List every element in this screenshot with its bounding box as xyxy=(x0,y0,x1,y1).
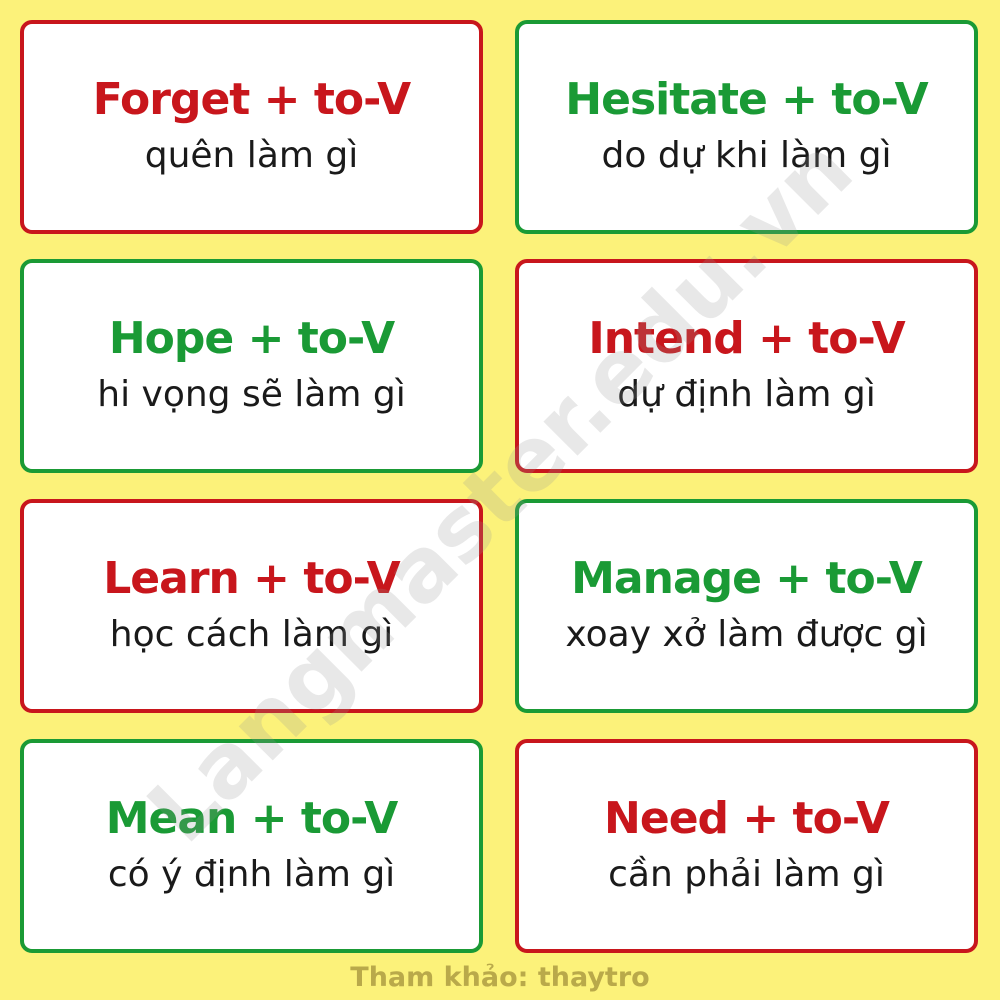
card-term: Intend + to-V xyxy=(588,313,905,364)
card-meaning: hi vọng sẽ làm gì xyxy=(97,374,406,415)
card-meaning: học cách làm gì xyxy=(109,614,394,655)
card-meaning: cần phải làm gì xyxy=(608,854,885,895)
card-learn: Learn + to-V học cách làm gì xyxy=(20,499,483,713)
card-term: Hesitate + to-V xyxy=(565,74,928,125)
footer-credit: Tham khảo: thaytro xyxy=(350,962,650,993)
card-meaning: có ý định làm gì xyxy=(107,854,396,895)
card-hope: Hope + to-V hi vọng sẽ làm gì xyxy=(20,259,483,473)
card-hesitate: Hesitate + to-V do dự khi làm gì xyxy=(515,20,978,234)
card-term: Learn + to-V xyxy=(103,553,400,604)
card-forget: Forget + to-V quên làm gì xyxy=(20,20,483,234)
card-intend: Intend + to-V dự định làm gì xyxy=(515,259,978,473)
card-meaning: quên làm gì xyxy=(144,135,359,176)
card-meaning: do dự khi làm gì xyxy=(601,135,892,176)
card-term: Manage + to-V xyxy=(571,553,923,604)
card-meaning: dự định làm gì xyxy=(617,374,876,415)
card-term: Need + to-V xyxy=(604,793,890,844)
card-manage: Manage + to-V xoay xở làm được gì xyxy=(515,499,978,713)
card-term: Forget + to-V xyxy=(92,74,411,125)
card-need: Need + to-V cần phải làm gì xyxy=(515,739,978,953)
card-meaning: xoay xở làm được gì xyxy=(565,614,928,655)
card-term: Mean + to-V xyxy=(105,793,399,844)
card-mean: Mean + to-V có ý định làm gì xyxy=(20,739,483,953)
card-term: Hope + to-V xyxy=(108,313,395,364)
